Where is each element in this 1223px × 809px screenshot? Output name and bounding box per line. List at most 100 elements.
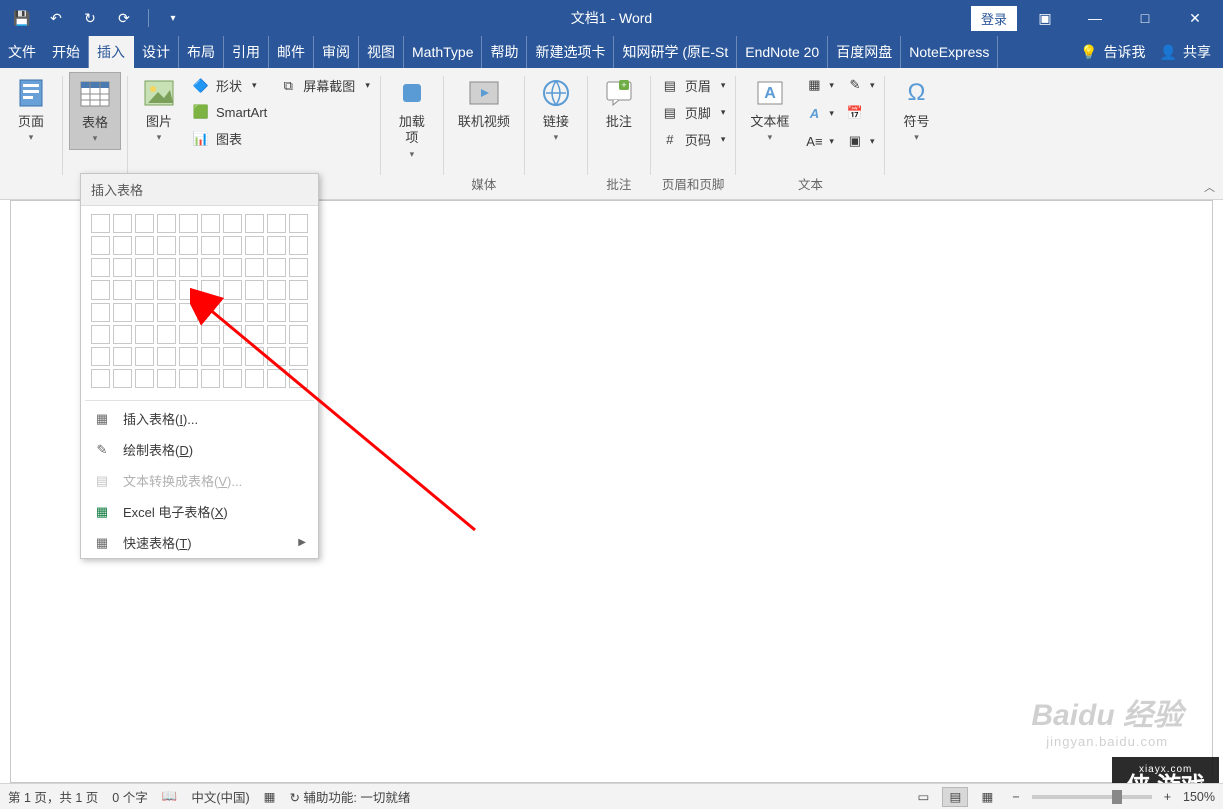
grid-cell[interactable]: [113, 214, 132, 233]
grid-cell[interactable]: [245, 325, 264, 344]
grid-cell[interactable]: [157, 369, 176, 388]
tab-file[interactable]: 文件: [0, 36, 44, 68]
language[interactable]: 中文(中国): [191, 787, 249, 806]
grid-cell[interactable]: [91, 236, 110, 255]
smartart-button[interactable]: 🟩SmartArt: [188, 101, 271, 123]
tab-help[interactable]: 帮助: [482, 36, 527, 68]
tab-view[interactable]: 视图: [359, 36, 404, 68]
quickparts-button[interactable]: ▦▾: [801, 74, 838, 96]
minimize-icon[interactable]: —: [1073, 4, 1117, 32]
tab-cnki[interactable]: 知网研学 (原E-St: [614, 36, 737, 68]
grid-cell[interactable]: [289, 280, 308, 299]
qat-customize-icon[interactable]: ▾: [159, 4, 187, 32]
grid-cell[interactable]: [91, 369, 110, 388]
zoom-level[interactable]: 150%: [1183, 790, 1215, 804]
grid-cell[interactable]: [289, 236, 308, 255]
grid-cell[interactable]: [245, 258, 264, 277]
grid-cell[interactable]: [157, 258, 176, 277]
grid-cell[interactable]: [157, 236, 176, 255]
pagenum-button[interactable]: #页码▾: [657, 128, 730, 151]
ribbon-options-icon[interactable]: ▣: [1023, 4, 1067, 32]
dropcap-button[interactable]: A≡▾: [801, 130, 838, 152]
grid-cell[interactable]: [201, 214, 220, 233]
insert-table-item[interactable]: ▦ 插入表格(I)...: [81, 403, 318, 434]
grid-cell[interactable]: [135, 325, 154, 344]
grid-cell[interactable]: [113, 236, 132, 255]
grid-cell[interactable]: [267, 236, 286, 255]
grid-cell[interactable]: [289, 325, 308, 344]
grid-cell[interactable]: [223, 347, 242, 366]
grid-cell[interactable]: [289, 369, 308, 388]
grid-cell[interactable]: [113, 303, 132, 322]
footer-button[interactable]: ▤页脚▾: [657, 101, 730, 124]
tab-layout[interactable]: 布局: [179, 36, 224, 68]
online-video-button[interactable]: 联机视频: [450, 72, 518, 134]
tab-noteexpress[interactable]: NoteExpress: [901, 36, 998, 68]
shapes-button[interactable]: 🔷形状▾: [188, 74, 271, 97]
grid-cell[interactable]: [267, 280, 286, 299]
zoom-in-icon[interactable]: +: [1158, 790, 1177, 804]
grid-cell[interactable]: [245, 280, 264, 299]
grid-cell[interactable]: [157, 303, 176, 322]
grid-cell[interactable]: [289, 214, 308, 233]
grid-cell[interactable]: [201, 280, 220, 299]
grid-cell[interactable]: [223, 236, 242, 255]
proofing-icon[interactable]: 📖: [162, 789, 178, 804]
grid-cell[interactable]: [223, 258, 242, 277]
grid-cell[interactable]: [91, 258, 110, 277]
tab-design[interactable]: 设计: [134, 36, 179, 68]
grid-cell[interactable]: [157, 280, 176, 299]
grid-cell[interactable]: [135, 369, 154, 388]
zoom-slider[interactable]: [1032, 795, 1152, 799]
addins-button[interactable]: 加载 项: [387, 72, 437, 164]
object-button[interactable]: ▣▾: [842, 130, 879, 152]
grid-cell[interactable]: [91, 303, 110, 322]
sync-icon[interactable]: ⟳: [110, 4, 138, 32]
undo-icon[interactable]: ↶: [42, 4, 70, 32]
grid-cell[interactable]: [179, 369, 198, 388]
grid-cell[interactable]: [179, 236, 198, 255]
tab-endnote[interactable]: EndNote 20: [737, 36, 828, 68]
grid-cell[interactable]: [201, 325, 220, 344]
grid-cell[interactable]: [267, 214, 286, 233]
grid-cell[interactable]: [245, 303, 264, 322]
tab-new[interactable]: 新建选项卡: [527, 36, 614, 68]
grid-cell[interactable]: [113, 347, 132, 366]
grid-cell[interactable]: [267, 258, 286, 277]
word-count[interactable]: 0 个字: [112, 787, 147, 806]
grid-cell[interactable]: [157, 325, 176, 344]
grid-cell[interactable]: [179, 303, 198, 322]
grid-cell[interactable]: [91, 280, 110, 299]
symbol-button[interactable]: Ω 符号: [891, 72, 941, 148]
quick-table-item[interactable]: ▦ 快速表格(T) ▶: [81, 527, 318, 558]
grid-cell[interactable]: [179, 347, 198, 366]
grid-cell[interactable]: [135, 303, 154, 322]
grid-cell[interactable]: [179, 280, 198, 299]
zoom-out-icon[interactable]: −: [1006, 790, 1025, 804]
tab-baidu[interactable]: 百度网盘: [828, 36, 901, 68]
grid-cell[interactable]: [113, 280, 132, 299]
grid-cell[interactable]: [113, 325, 132, 344]
grid-cell[interactable]: [91, 347, 110, 366]
tab-references[interactable]: 引用: [224, 36, 269, 68]
grid-cell[interactable]: [157, 214, 176, 233]
grid-cell[interactable]: [179, 258, 198, 277]
grid-cell[interactable]: [289, 347, 308, 366]
grid-cell[interactable]: [201, 258, 220, 277]
grid-cell[interactable]: [223, 303, 242, 322]
maximize-icon[interactable]: □: [1123, 4, 1167, 32]
table-size-picker[interactable]: [81, 206, 318, 398]
web-layout-icon[interactable]: ▦: [974, 787, 1000, 807]
pictures-button[interactable]: 图片: [134, 72, 184, 148]
grid-cell[interactable]: [223, 214, 242, 233]
grid-cell[interactable]: [223, 280, 242, 299]
grid-cell[interactable]: [135, 280, 154, 299]
grid-cell[interactable]: [289, 258, 308, 277]
share-button[interactable]: 👤 共享: [1160, 42, 1211, 62]
tell-me[interactable]: 💡 告诉我: [1080, 42, 1145, 62]
grid-cell[interactable]: [289, 303, 308, 322]
wordart-button[interactable]: A▾: [801, 102, 838, 124]
page-count[interactable]: 第 1 页，共 1 页: [8, 787, 98, 806]
collapse-ribbon-icon[interactable]: ︿: [1204, 179, 1215, 195]
grid-cell[interactable]: [201, 236, 220, 255]
